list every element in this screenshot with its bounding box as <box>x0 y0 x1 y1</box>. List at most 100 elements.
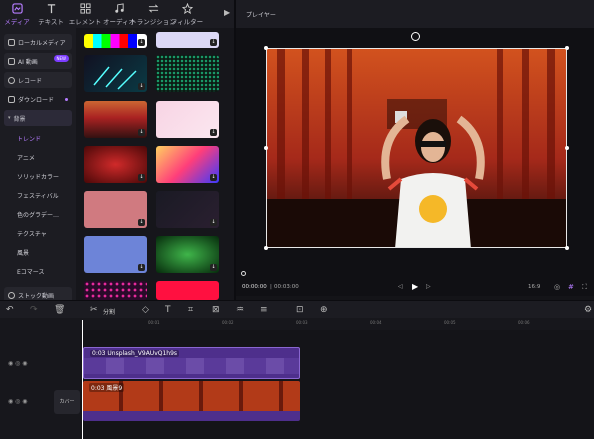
resize-handle-l[interactable] <box>264 146 268 150</box>
time-total: 00:03:00 <box>274 284 299 290</box>
video-clip-portrait[interactable]: 0:03 Unsplash_V9AUvQ1h9s <box>83 347 300 379</box>
text-tool-icon[interactable]: T <box>165 305 171 315</box>
timeline-ruler[interactable]: 00:01 00:02 00:03 00:04 00:05 00:06 <box>80 318 594 330</box>
clip2-label: 0:03 風景9 <box>89 383 125 392</box>
sidebar-item-label: 背景 <box>13 115 26 123</box>
thumbnail-torii-path[interactable]: ↓ <box>84 101 147 138</box>
tab-transition-label: トランジション <box>130 17 176 26</box>
video-preview[interactable] <box>266 48 567 248</box>
download-icon: ↓ <box>210 219 217 226</box>
track1-visible-icon[interactable]: ◉ ◎ ◉ <box>8 360 28 367</box>
export-frame-icon[interactable]: ⊕ <box>320 305 328 315</box>
filter-icon <box>181 2 193 14</box>
track-header-panel: ◉ ◎ ◉ ◉ ◎ ◉ <box>0 318 80 439</box>
player-title: プレイヤー <box>246 12 276 19</box>
tab-filter-label: フィルター <box>170 17 204 26</box>
time-separator: | <box>270 284 272 290</box>
thumbnail-red-texture[interactable]: ↓ <box>84 146 147 183</box>
sidebar-item-background[interactable]: ▾ 背景 <box>4 110 72 126</box>
cover-button[interactable]: カバー <box>54 390 80 414</box>
download-icon: ↓ <box>210 129 217 136</box>
fit-icon[interactable]: ⊠ <box>212 305 220 315</box>
split-label[interactable]: 分割 <box>103 307 115 316</box>
track2-visible-icon[interactable]: ◉ ◎ ◉ <box>8 398 28 405</box>
sidebar-item-label: ダウンロード <box>18 96 55 104</box>
redo-icon[interactable]: ↷ <box>30 305 38 315</box>
download-icon <box>8 95 15 103</box>
download-icon: ↓ <box>138 264 145 271</box>
tab-filter[interactable]: フィルター <box>170 0 204 28</box>
sidebar-subitem-trend[interactable]: トレンド <box>0 129 76 148</box>
snapshot-icon[interactable]: ◎ <box>554 283 560 291</box>
thumbnail-dark-sparkle[interactable]: ↓ <box>156 191 219 228</box>
tab-text-label: テキスト <box>38 17 64 26</box>
prev-frame-icon[interactable]: ◁ <box>398 283 403 290</box>
sidebar-subitem-landscape[interactable]: 風景 <box>0 243 76 262</box>
shield-icon[interactable]: ◇ <box>142 305 149 315</box>
resize-handle-r[interactable] <box>565 146 569 150</box>
sidebar-subitem-solid-color[interactable]: ソリッドカラー <box>0 167 76 186</box>
grid-icon[interactable]: # <box>568 283 574 291</box>
sidebar-subitem-gradient[interactable]: 色のグラデー… <box>0 205 76 224</box>
fullscreen-icon[interactable]: ⛶ <box>582 283 587 292</box>
progress-scrubber[interactable] <box>241 271 246 276</box>
thumbnail-green-glow[interactable]: ↓ <box>156 236 219 273</box>
sidebar-item-download[interactable]: ダウンロード <box>4 91 72 107</box>
split-icon[interactable]: ✂ <box>90 305 98 315</box>
rotate-handle-icon[interactable] <box>411 32 420 41</box>
download-icon: ↓ <box>138 83 145 90</box>
ruler-tick: 00:03 <box>296 320 308 325</box>
player-controls: 00:00:00 | 00:03:00 ◁ ▶ ▷ 16:9 ◎ # ⛶ <box>236 280 594 296</box>
thumbnail-green-dots[interactable] <box>156 55 219 92</box>
tab-media-label: メディア <box>4 17 30 26</box>
sidebar-subitem-texture[interactable]: テクスチャ <box>0 224 76 243</box>
sidebar-item-label: レコード <box>18 77 43 85</box>
tab-transition[interactable]: トランジション <box>130 0 176 28</box>
thumbnail-neon-lines[interactable]: ↓ <box>84 55 147 92</box>
tab-element[interactable]: エレメント <box>68 0 102 28</box>
video-clip-landscape[interactable]: 0:03 風景9 <box>83 381 300 421</box>
audio-wave-icon[interactable]: ♒ <box>236 305 244 315</box>
resize-handle-tl[interactable] <box>264 46 268 50</box>
sidebar-item-record[interactable]: レコード <box>4 72 72 88</box>
sidebar-item-local-media[interactable]: ローカルメディア <box>4 34 72 50</box>
settings-icon[interactable]: ⚙ <box>584 305 592 315</box>
delete-icon[interactable]: 🗑 <box>54 305 65 315</box>
sidebar-subitem-ecommerce[interactable]: Eコマース <box>0 262 76 281</box>
tabs-scroll-right-icon[interactable]: ▶ <box>224 8 230 17</box>
resize-handle-br[interactable] <box>565 246 569 250</box>
thumbnail-blue-frame[interactable]: ↓ <box>84 236 147 273</box>
thumbnail-gradient[interactable]: ↓ <box>156 146 219 183</box>
thumbnail-pink-pastel[interactable]: ↓ <box>156 101 219 138</box>
thumbnail-red-solid[interactable] <box>156 281 219 300</box>
timeline-playhead[interactable] <box>82 320 83 439</box>
tab-text[interactable]: テキスト <box>34 0 68 28</box>
tab-media[interactable]: メディア <box>0 0 34 28</box>
resize-handle-tr[interactable] <box>565 46 569 50</box>
resize-handle-bl[interactable] <box>264 246 268 250</box>
thumbnail-dusty-pink[interactable]: ↓ <box>84 191 147 228</box>
ruler-tick: 00:04 <box>370 320 382 325</box>
next-frame-icon[interactable]: ▷ <box>426 283 431 290</box>
play-icon[interactable]: ▶ <box>412 282 418 291</box>
ruler-tick: 00:02 <box>222 320 234 325</box>
media-icon <box>11 2 23 14</box>
thumbnail-lavender[interactable]: ↓ <box>156 32 219 48</box>
thumbnail-color-bars[interactable]: ↓ <box>84 34 147 48</box>
torii-scene-image <box>267 49 566 247</box>
aspect-ratio-select[interactable]: 16:9 <box>528 284 540 290</box>
crop-icon[interactable]: ⌗ <box>188 305 193 315</box>
undo-icon[interactable]: ↶ <box>6 305 14 315</box>
adjust-icon[interactable]: ≡ <box>260 305 268 315</box>
sidebar-item-ai-video[interactable]: AI 動画 NEW <box>4 53 72 69</box>
time-current: 00:00:00 <box>242 284 267 290</box>
face-detect-icon[interactable]: ⊡ <box>296 305 304 315</box>
thumbnail-pink-dots[interactable] <box>84 281 147 300</box>
new-badge: NEW <box>53 55 69 62</box>
sidebar-subitem-festival[interactable]: フェスティバル <box>0 186 76 205</box>
player-header: プレイヤー <box>236 0 594 28</box>
background-thumbnail-grid: ↓ ↓ ↓ ↓ ↓ ↓ ↓ ↓ ↓ ↓ ↓ <box>76 28 234 300</box>
sidebar-subitem-anime[interactable]: アニメ <box>0 148 76 167</box>
folder-icon <box>8 38 15 46</box>
ruler-tick: 00:06 <box>518 320 530 325</box>
